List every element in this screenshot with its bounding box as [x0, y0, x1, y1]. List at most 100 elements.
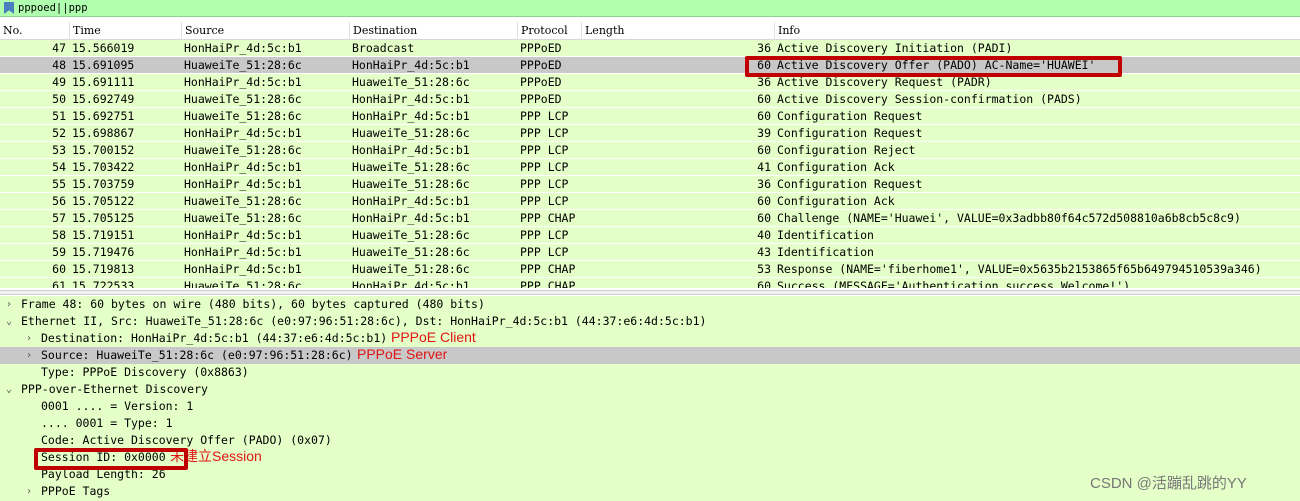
table-row[interactable]: 56 15.705122 HuaweiTe_51:28:6c HonHaiPr_4d:…	[0, 193, 1300, 210]
packet-dst-cell: HuaweiTe_51:28:6c	[352, 262, 470, 276]
packet-time-cell: 15.705125	[72, 211, 135, 225]
tree-item[interactable]: Type: PPPoE Discovery (0x8863)	[0, 364, 1300, 381]
packet-proto-cell: PPP LCP	[520, 126, 569, 140]
table-row[interactable]: 58 15.719151 HonHaiPr_4d:5c:b1 HuaweiTe_51:…	[0, 227, 1300, 244]
tree-item-label: Source: HuaweiTe_51:28:6c (e0:97:96:51:2…	[41, 348, 353, 362]
tree-item[interactable]: › Destination: HonHaiPr_4d:5c:b1 (44:37:e…	[0, 329, 1300, 347]
table-row[interactable]: 55 15.703759 HonHaiPr_4d:5c:b1 HuaweiTe_51:…	[0, 176, 1300, 193]
annotation-note: PPPoE Server	[357, 346, 448, 362]
packet-len-cell: 40	[757, 228, 771, 242]
packet-len-cell: 60	[757, 211, 771, 225]
chevron-down-icon[interactable]: ⌄	[6, 381, 16, 398]
chevron-right-icon[interactable]: ›	[6, 296, 16, 313]
packet-info-cell: Response (NAME='fiberhome1', VALUE=0x563…	[777, 262, 1262, 276]
packet-list-header: No. Time Source Destination Protocol Len…	[0, 22, 1300, 40]
packet-dst-cell: HuaweiTe_51:28:6c	[352, 177, 470, 191]
display-filter-input[interactable]: pppoed||ppp	[18, 2, 88, 14]
column-header-length[interactable]: Length	[582, 22, 775, 40]
tree-item-label: Ethernet II, Src: HuaweiTe_51:28:6c (e0:…	[21, 314, 707, 328]
pane-splitter[interactable]	[0, 290, 1300, 295]
packet-proto-cell: PPP LCP	[520, 109, 569, 123]
tree-item-label: 0001 .... = Version: 1	[41, 399, 194, 413]
packet-proto-cell: PPP LCP	[520, 177, 569, 191]
packet-src-cell: HonHaiPr_4d:5c:b1	[184, 126, 302, 140]
packet-src-cell: HuaweiTe_51:28:6c	[184, 92, 302, 106]
packet-info-cell: Identification	[777, 228, 874, 242]
packet-dst-cell: HonHaiPr_4d:5c:b1	[352, 279, 470, 288]
chevron-right-icon[interactable]: ›	[26, 330, 36, 347]
tree-item[interactable]: › Source: HuaweiTe_51:28:6c (e0:97:96:51:…	[0, 346, 1300, 364]
tree-item[interactable]: ⌄ Ethernet II, Src: HuaweiTe_51:28:6c (e0…	[0, 313, 1300, 330]
packet-no-cell: 55	[52, 177, 66, 191]
packet-len-cell: 36	[757, 41, 771, 55]
chevron-down-icon[interactable]: ⌄	[6, 313, 16, 330]
packet-time-cell: 15.691111	[72, 75, 135, 89]
packet-no-cell: 57	[52, 211, 66, 225]
packet-dst-cell: HonHaiPr_4d:5c:b1	[352, 211, 470, 225]
packet-src-cell: HuaweiTe_51:28:6c	[184, 58, 302, 72]
packet-proto-cell: PPP LCP	[520, 194, 569, 208]
table-row[interactable]: 47 15.566019 HonHaiPr_4d:5c:b1 Broadcast PPP…	[0, 40, 1300, 57]
table-row[interactable]: 50 15.692749 HuaweiTe_51:28:6c HonHaiPr_4d:…	[0, 91, 1300, 108]
tree-item[interactable]: Session ID: 0x0000 未建立Session	[0, 448, 1300, 466]
packet-info-cell: Configuration Reject	[777, 143, 916, 157]
tree-item[interactable]: Code: Active Discovery Offer (PADO) (0x0…	[0, 432, 1300, 449]
column-header-info[interactable]: Info	[775, 22, 1300, 40]
highlight-box-pado-info	[745, 56, 1122, 77]
column-header-destination[interactable]: Destination	[350, 22, 518, 40]
packet-src-cell: HonHaiPr_4d:5c:b1	[184, 245, 302, 259]
packet-src-cell: HuaweiTe_51:28:6c	[184, 194, 302, 208]
packet-details-tree: › Frame 48: 60 bytes on wire (480 bits), …	[0, 296, 1300, 501]
packet-dst-cell: Broadcast	[352, 41, 415, 55]
packet-dst-cell: HonHaiPr_4d:5c:b1	[352, 109, 470, 123]
packet-time-cell: 15.705122	[72, 194, 135, 208]
table-row[interactable]: 61 15.722533 HuaweiTe_51:28:6c HonHaiPr_4d:…	[0, 278, 1300, 288]
packet-info-cell: Configuration Request	[777, 126, 923, 140]
packet-time-cell: 15.719476	[72, 245, 135, 259]
column-header-source[interactable]: Source	[182, 22, 350, 40]
packet-no-cell: 59	[52, 245, 66, 259]
highlight-box-session-id	[34, 448, 188, 470]
packet-time-cell: 15.719151	[72, 228, 135, 242]
packet-info-cell: Configuration Ack	[777, 194, 895, 208]
packet-time-cell: 15.719813	[72, 262, 135, 276]
tree-item[interactable]: .... 0001 = Type: 1	[0, 415, 1300, 432]
chevron-right-icon[interactable]: ›	[26, 347, 36, 364]
display-filter-bar[interactable]: pppoed||ppp	[0, 0, 1300, 17]
packet-proto-cell: PPPoED	[520, 92, 562, 106]
table-row[interactable]: 60 15.719813 HonHaiPr_4d:5c:b1 HuaweiTe_51:…	[0, 261, 1300, 278]
packet-no-cell: 54	[52, 160, 66, 174]
packet-src-cell: HonHaiPr_4d:5c:b1	[184, 41, 302, 55]
packet-info-cell: Configuration Request	[777, 177, 923, 191]
table-row[interactable]: 54 15.703422 HonHaiPr_4d:5c:b1 HuaweiTe_51:…	[0, 159, 1300, 176]
column-header-protocol[interactable]: Protocol	[518, 22, 582, 40]
tree-item[interactable]: 0001 .... = Version: 1	[0, 398, 1300, 415]
packet-info-cell: Active Discovery Session-confirmation (P…	[777, 92, 1082, 106]
packet-len-cell: 60	[757, 92, 771, 106]
column-header-time[interactable]: Time	[70, 22, 182, 40]
tree-item[interactable]: ⌄ PPP-over-Ethernet Discovery	[0, 381, 1300, 398]
packet-dst-cell: HuaweiTe_51:28:6c	[352, 228, 470, 242]
table-row[interactable]: 53 15.700152 HuaweiTe_51:28:6c HonHaiPr_4d:…	[0, 142, 1300, 159]
packet-time-cell: 15.700152	[72, 143, 135, 157]
packet-time-cell: 15.692751	[72, 109, 135, 123]
table-row[interactable]: 59 15.719476 HonHaiPr_4d:5c:b1 HuaweiTe_51:…	[0, 244, 1300, 261]
packet-proto-cell: PPP CHAP	[520, 211, 576, 225]
packet-len-cell: 60	[757, 143, 771, 157]
packet-no-cell: 52	[52, 126, 66, 140]
packet-src-cell: HonHaiPr_4d:5c:b1	[184, 262, 302, 276]
packet-no-cell: 60	[52, 262, 66, 276]
packet-no-cell: 61	[52, 279, 66, 288]
table-row[interactable]: 52 15.698867 HonHaiPr_4d:5c:b1 HuaweiTe_51:…	[0, 125, 1300, 142]
chevron-right-icon[interactable]: ›	[26, 483, 36, 500]
packet-dst-cell: HonHaiPr_4d:5c:b1	[352, 194, 470, 208]
packet-proto-cell: PPP LCP	[520, 228, 569, 242]
column-header-no[interactable]: No.	[0, 22, 70, 40]
bookmark-icon[interactable]	[4, 2, 14, 14]
packet-proto-cell: PPPoED	[520, 58, 562, 72]
tree-item[interactable]: › Frame 48: 60 bytes on wire (480 bits), …	[0, 296, 1300, 313]
tree-item-label: .... 0001 = Type: 1	[41, 416, 173, 430]
table-row[interactable]: 57 15.705125 HuaweiTe_51:28:6c HonHaiPr_4d:…	[0, 210, 1300, 227]
packet-proto-cell: PPPoED	[520, 41, 562, 55]
table-row[interactable]: 51 15.692751 HuaweiTe_51:28:6c HonHaiPr_4d:…	[0, 108, 1300, 125]
